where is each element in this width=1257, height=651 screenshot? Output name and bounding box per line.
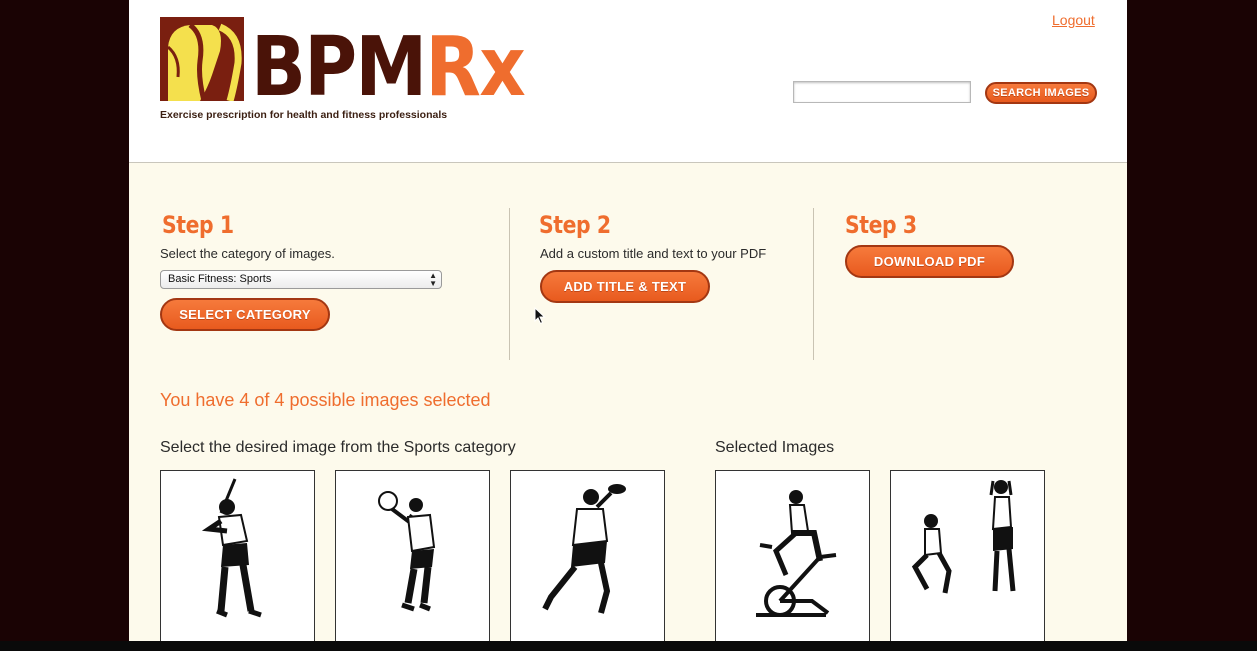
step-1-description: Select the category of images. bbox=[160, 246, 335, 261]
select-arrows-icon: ▲ ▼ bbox=[429, 271, 437, 288]
step-2-description: Add a custom title and text to your PDF bbox=[540, 246, 767, 261]
logo-wordmark[interactable]: BPMRx bbox=[251, 27, 526, 109]
image-thumb-football[interactable] bbox=[510, 470, 665, 641]
step-divider bbox=[813, 208, 814, 360]
image-thumb-basketball[interactable] bbox=[335, 470, 490, 641]
selected-thumb-squat[interactable] bbox=[890, 470, 1045, 641]
logo-rx-text: Rx bbox=[425, 20, 525, 115]
basketball-shooter-figure-icon bbox=[378, 491, 436, 612]
baseball-batter-figure-icon bbox=[201, 478, 262, 618]
select-category-button[interactable]: SELECT CATEGORY bbox=[160, 298, 330, 331]
logout-link[interactable]: Logout bbox=[1052, 12, 1095, 28]
search-images-button[interactable]: SEARCH IMAGES bbox=[985, 82, 1097, 104]
add-title-text-button[interactable]: ADD TITLE & TEXT bbox=[540, 270, 710, 303]
selected-images-title: Selected Images bbox=[715, 439, 835, 456]
available-images-title: Select the desired image from the Sports… bbox=[160, 439, 516, 456]
image-thumb-baseball[interactable] bbox=[160, 470, 315, 641]
step-2-heading: Step 2 bbox=[539, 211, 611, 239]
logo-mark-icon bbox=[160, 17, 244, 101]
page-container: BPMRx Exercise prescription for health a… bbox=[129, 0, 1127, 641]
category-select[interactable]: Basic Fitness: Sports ▲ ▼ bbox=[160, 270, 442, 289]
step-divider bbox=[509, 208, 510, 360]
squat-and-stand-figures-icon bbox=[911, 480, 1016, 594]
step-1-heading: Step 1 bbox=[162, 211, 234, 239]
selected-thumb-bike[interactable] bbox=[715, 470, 870, 641]
selection-count-text: You have 4 of 4 possible images selected bbox=[160, 390, 491, 410]
football-thrower-figure-icon bbox=[542, 484, 626, 614]
download-pdf-button[interactable]: DOWNLOAD PDF bbox=[845, 245, 1014, 278]
site-header: BPMRx Exercise prescription for health a… bbox=[129, 0, 1127, 163]
category-select-value: Basic Fitness: Sports bbox=[168, 273, 272, 285]
search-input[interactable] bbox=[793, 81, 971, 103]
tagline: Exercise prescription for health and fit… bbox=[160, 109, 448, 121]
logo-bpm-text: BPM bbox=[251, 20, 427, 115]
screen-bottom-bar bbox=[0, 641, 1257, 651]
step-3-heading: Step 3 bbox=[845, 211, 917, 239]
mouse-pointer-icon bbox=[534, 306, 546, 329]
stationary-bike-rider-figure-icon bbox=[756, 490, 837, 617]
